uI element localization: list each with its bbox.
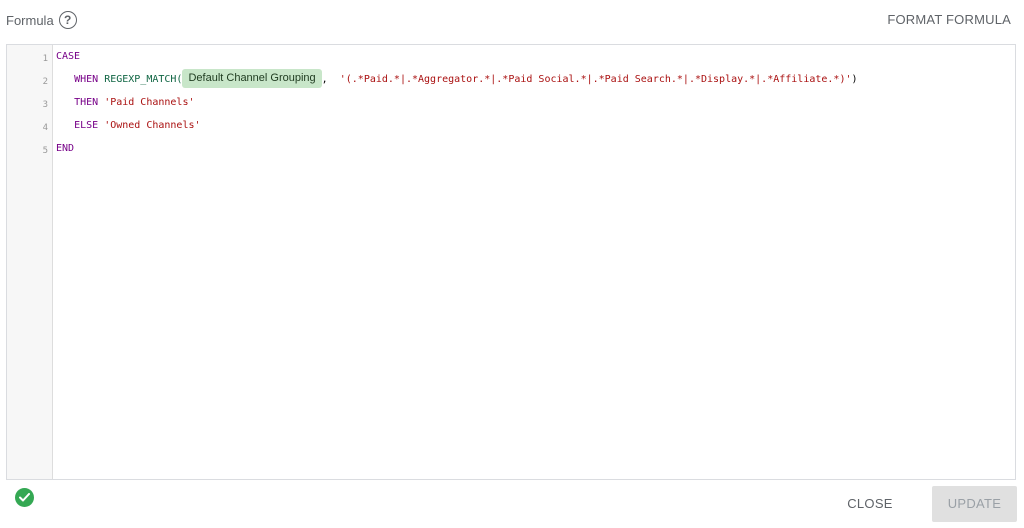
- check-circle-icon: [15, 488, 34, 507]
- else-value-string: 'Owned Channels': [104, 120, 201, 131]
- line-number-gutter: 1 2 3 4 5: [7, 45, 53, 479]
- code-line-2: WHEN REGEXP_MATCH(Default Channel Groupi…: [56, 68, 858, 90]
- check-mark-icon: [19, 493, 30, 502]
- line-number: 2: [42, 77, 48, 87]
- keyword-when: WHEN: [74, 74, 99, 85]
- then-value-string: 'Paid Channels': [104, 97, 195, 108]
- help-icon[interactable]: ?: [58, 11, 77, 29]
- code-line-5: END: [56, 139, 74, 159]
- formula-editor[interactable]: 1 2 3 4 5 CASE WHEN REGEXP_MATCH(Default…: [6, 44, 1016, 480]
- keyword-case: CASE: [56, 51, 81, 62]
- field-chip-default-channel-grouping[interactable]: Default Channel Grouping: [182, 68, 322, 88]
- line-number: 4: [42, 123, 48, 133]
- close-paren: ): [851, 74, 858, 85]
- function-regexp-match: REGEXP_MATCH(: [104, 74, 183, 85]
- keyword-end: END: [56, 143, 75, 154]
- formula-header: Formula ?: [6, 10, 77, 30]
- code-line-3: THEN 'Paid Channels': [56, 93, 195, 113]
- line-number: 5: [42, 146, 48, 156]
- update-button[interactable]: UPDATE: [932, 486, 1017, 522]
- code-line-4: ELSE 'Owned Channels': [56, 116, 201, 136]
- keyword-then: THEN: [74, 97, 99, 108]
- formula-label: Formula: [6, 12, 54, 28]
- line-number: 1: [42, 54, 48, 64]
- keyword-else: ELSE: [74, 120, 99, 131]
- code-line-1: CASE: [56, 47, 80, 67]
- comma-separator: ,: [321, 74, 328, 85]
- format-formula-button[interactable]: FORMAT FORMULA: [887, 10, 1011, 30]
- regex-pattern-string: '(.*Paid.*|.*Aggregator.*|.*Paid Social.…: [339, 74, 852, 85]
- close-button[interactable]: CLOSE: [836, 486, 904, 522]
- line-number: 3: [42, 100, 48, 110]
